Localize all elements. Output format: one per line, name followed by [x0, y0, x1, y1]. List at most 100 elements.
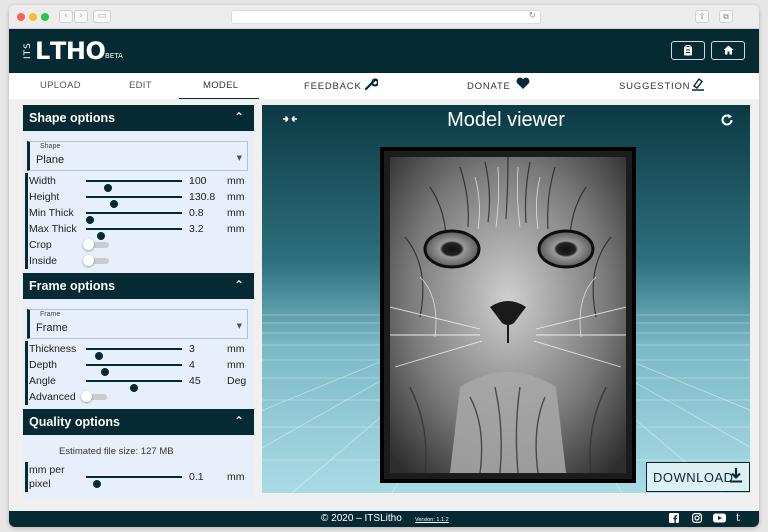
tab-model[interactable]: MODEL	[203, 80, 238, 91]
min-thick-value: 0.8	[189, 207, 204, 219]
max-thick-label: Max Thick	[29, 223, 77, 235]
toggle-knob	[83, 255, 94, 266]
back-icon[interactable]: ‹	[59, 10, 73, 23]
tab-upload[interactable]: UPLOAD	[40, 80, 81, 91]
row-accent-bar	[25, 173, 28, 189]
address-bar[interactable]: ↻	[231, 10, 541, 24]
frame-options-header[interactable]: Frame options ⌃	[23, 273, 254, 299]
frame-select[interactable]: Frame Frame ▼	[27, 309, 248, 339]
maximize-window-dot[interactable]	[41, 13, 49, 21]
footer: © 2020 – ITSLitho Version: 1.1.2 t	[9, 511, 759, 527]
browser-window: ‹ › ▭ ↻ ⇧ ⧉ ITS L THO BETA UPLOAD EDIT M…	[9, 5, 759, 527]
toggle-knob	[81, 391, 92, 402]
height-slider-row: Height 130.8 mm	[23, 189, 254, 208]
close-window-dot[interactable]	[17, 13, 25, 21]
row-accent-bar	[25, 237, 28, 253]
facebook-icon[interactable]	[669, 513, 679, 526]
logo-name: THO	[50, 37, 106, 65]
min-thick-unit: mm	[227, 207, 245, 219]
download-label: DOWNLOAD	[653, 470, 734, 485]
thickness-value: 3	[189, 343, 195, 355]
depth-slider-row: Depth 4 mm	[23, 357, 254, 376]
mm-per-pixel-label-line2: pixel	[29, 478, 51, 490]
mm-per-pixel-slider-thumb[interactable]	[93, 480, 102, 488]
tabs-bar: UPLOAD EDIT MODEL FEEDBACK DONATE SUGGES…	[9, 73, 759, 100]
wrench-icon	[364, 77, 380, 94]
cat-lithophane-image	[390, 157, 626, 473]
max-thick-slider[interactable]	[86, 228, 182, 240]
width-slider-row: Width 100 mm	[23, 173, 254, 192]
inside-label: Inside	[29, 255, 58, 267]
thickness-slider-row: Thickness 3 mm	[23, 341, 254, 360]
forward-icon[interactable]: ›	[74, 10, 88, 23]
instagram-icon[interactable]	[692, 513, 703, 526]
advanced-toggle[interactable]	[81, 391, 107, 402]
chevron-up-icon[interactable]: ⌃	[234, 278, 244, 292]
donate-link[interactable]: DONATE	[467, 77, 530, 92]
version-link[interactable]: Version: 1.1.2	[415, 517, 449, 523]
row-accent-bar	[25, 341, 28, 357]
depth-value: 4	[189, 359, 195, 371]
estimated-file-size: Estimated file size: 127 MB	[59, 446, 174, 457]
max-thick-unit: mm	[227, 223, 245, 235]
depth-slider[interactable]	[86, 364, 182, 376]
download-button[interactable]: DOWNLOAD	[646, 462, 750, 492]
crop-label: Crop	[29, 239, 52, 251]
inside-toggle-row: Inside	[23, 253, 254, 269]
suggestion-link[interactable]: SUGGESTION	[619, 77, 704, 92]
youtube-icon[interactable]	[713, 513, 726, 526]
height-value: 130.8	[189, 191, 216, 203]
home-icon	[723, 45, 733, 55]
crop-toggle[interactable]	[83, 239, 109, 250]
min-thick-label: Min Thick	[29, 207, 74, 219]
advanced-label: Advanced	[29, 391, 76, 403]
model-viewer-title: Model viewer	[447, 109, 565, 131]
shape-options-header[interactable]: Shape options ⌃	[23, 105, 254, 131]
mm-per-pixel-slider[interactable]	[86, 476, 182, 488]
shape-select-value: Plane	[36, 154, 65, 166]
clipboard-button[interactable]	[671, 41, 705, 60]
thickness-slider[interactable]	[86, 348, 182, 360]
angle-label: Angle	[29, 375, 56, 387]
quality-options-header[interactable]: Quality options ⌃	[23, 409, 254, 435]
sidebar-toggle-icon[interactable]: ▭	[93, 10, 111, 23]
thickness-label: Thickness	[29, 343, 77, 355]
shape-select[interactable]: Shape Plane ▼	[27, 141, 248, 171]
depth-unit: mm	[227, 359, 245, 371]
suggestion-label: SUGGESTION	[619, 81, 691, 92]
angle-unit: Deg	[227, 375, 247, 387]
download-icon	[729, 467, 743, 487]
row-accent-bar	[25, 373, 28, 389]
quality-options-title: Quality options	[29, 415, 120, 429]
heart-icon	[516, 77, 530, 93]
width-slider[interactable]	[86, 180, 182, 192]
min-thick-slider[interactable]	[86, 212, 182, 224]
feedback-link[interactable]: FEEDBACK	[304, 78, 380, 92]
width-label: Width	[29, 175, 56, 187]
lithophane-preview[interactable]	[380, 147, 636, 483]
shape-select-label: Shape	[40, 143, 61, 150]
row-accent-bar	[25, 189, 28, 205]
minimize-window-dot[interactable]	[29, 13, 37, 21]
reload-icon[interactable]: ↻	[528, 11, 536, 21]
chevron-up-icon[interactable]: ⌃	[234, 110, 244, 124]
tab-edit[interactable]: EDIT	[129, 80, 152, 91]
pen-icon	[691, 77, 705, 94]
chevron-up-icon[interactable]: ⌃	[234, 414, 244, 428]
angle-slider-row: Angle 45 Deg	[23, 373, 254, 392]
max-thick-slider-row: Max Thick 3.2 mm	[23, 221, 254, 240]
inside-toggle[interactable]	[83, 255, 109, 266]
home-button[interactable]	[711, 41, 745, 60]
angle-slider[interactable]	[86, 380, 182, 392]
share-icon[interactable]: ⇧	[695, 10, 709, 23]
frame-select-value: Frame	[36, 322, 68, 334]
height-slider[interactable]	[86, 196, 182, 208]
toggle-knob	[83, 239, 94, 250]
frame-options-title: Frame options	[29, 279, 116, 293]
tabs-overview-icon[interactable]: ⧉	[719, 10, 733, 23]
tumblr-icon[interactable]: t	[736, 513, 740, 524]
refresh-icon[interactable]	[720, 113, 734, 131]
model-viewer-canvas[interactable]: Model viewer DOWNLOAD	[262, 105, 750, 493]
dropdown-arrow-icon: ▼	[236, 322, 242, 330]
shape-options-title: Shape options	[29, 111, 116, 125]
